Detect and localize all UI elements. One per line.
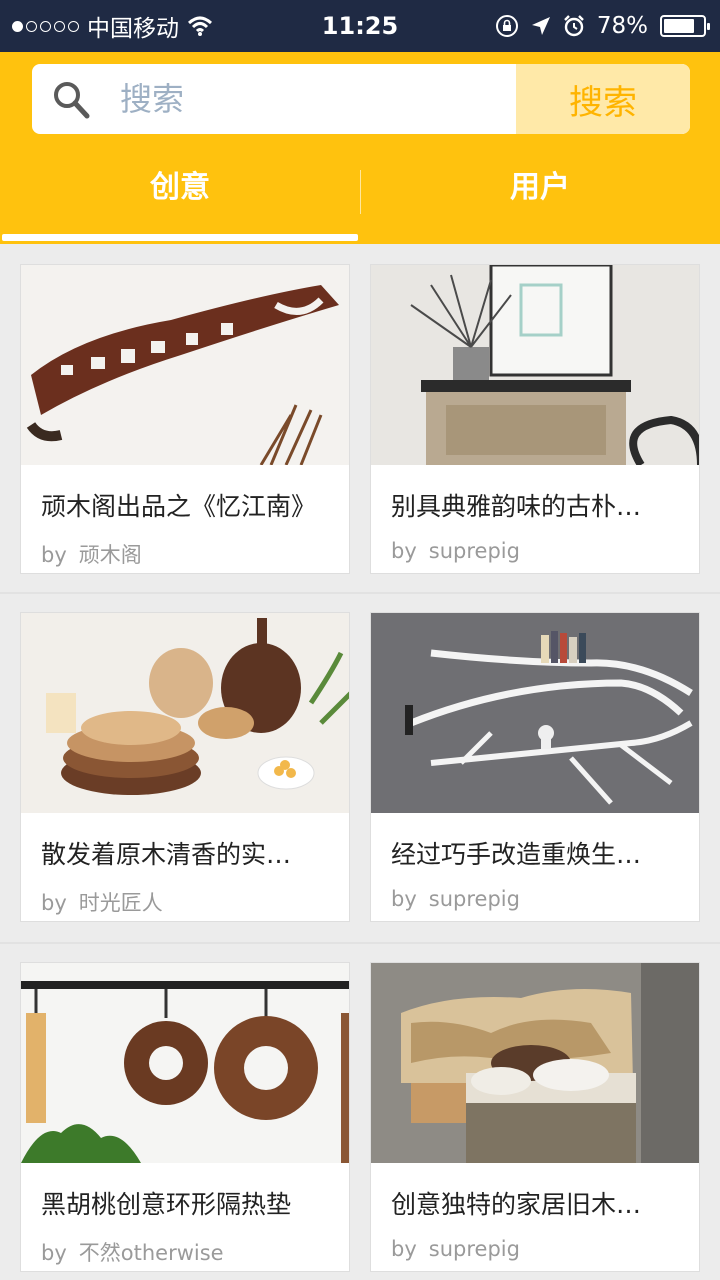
card-item[interactable]: 经过巧手改造重焕生… by suprepig [370,612,700,922]
card-grid: 顽木阁出品之《忆江南》 by 顽木阁 别具典雅韵味的古朴… by suprepig [0,244,720,1280]
author-name[interactable]: 不然otherwise [79,1241,224,1265]
tab-bar: 创意 用户 [0,152,720,244]
card-image [21,265,349,465]
card-title: 别具典雅韵味的古朴… [391,492,642,521]
card-row: 散发着原木清香的实… by 时光匠人 经过巧手改造重焕生… by suprepig [0,594,720,924]
status-bar: 中国移动 11:25 78% [0,0,720,52]
author-name[interactable]: suprepig [429,887,520,911]
search-icon [54,82,90,119]
card-image [371,613,699,813]
by-label: by [41,891,67,915]
tab-users[interactable]: 用户 [360,152,720,244]
status-right: 78% [495,0,710,52]
by-label: by [41,543,67,567]
card-image [371,963,699,1163]
card-author: by suprepig [391,887,520,911]
header: 搜索 创意 用户 [0,52,720,244]
card-item[interactable]: 顽木阁出品之《忆江南》 by 顽木阁 [20,264,350,574]
by-label: by [391,539,417,563]
tab-ideas[interactable]: 创意 [0,152,360,244]
card-row: 顽木阁出品之《忆江南》 by 顽木阁 别具典雅韵味的古朴… by suprepig [0,244,720,574]
search-button[interactable]: 搜索 [516,64,690,134]
card-title: 散发着原木清香的实… [41,840,292,869]
card-title: 顽木阁出品之《忆江南》 [41,492,317,521]
battery-icon [660,15,710,37]
card-item[interactable]: 散发着原木清香的实… by 时光匠人 [20,612,350,922]
author-name[interactable]: suprepig [429,539,520,563]
card-author: by suprepig [391,1237,520,1261]
search-input[interactable] [120,64,540,134]
location-arrow-icon [531,17,550,35]
author-name[interactable]: 顽木阁 [79,543,142,567]
card-author: by 时光匠人 [41,887,163,917]
battery-percent: 78% [596,13,648,39]
card-author: by 不然otherwise [41,1237,224,1267]
orientation-lock-icon [495,15,518,37]
card-image [371,265,699,465]
author-name[interactable]: 时光匠人 [79,891,163,915]
by-label: by [391,887,417,911]
card-author: by suprepig [391,539,520,563]
card-item[interactable]: 创意独特的家居旧木… by suprepig [370,962,700,1272]
author-name[interactable]: suprepig [429,1237,520,1261]
card-title: 创意独特的家居旧木… [391,1190,642,1219]
by-label: by [391,1237,417,1261]
alarm-icon [564,15,584,37]
active-tab-indicator [2,234,358,241]
search-bar: 搜索 [32,64,690,134]
card-title: 黑胡桃创意环形隔热垫 [41,1190,292,1219]
battery-level-fill [664,19,694,33]
by-label: by [41,1241,67,1265]
card-item[interactable]: 别具典雅韵味的古朴… by suprepig [370,264,700,574]
card-image [21,963,349,1163]
card-item[interactable]: 黑胡桃创意环形隔热垫 by 不然otherwise [20,962,350,1272]
card-title: 经过巧手改造重焕生… [391,840,642,869]
card-row: 黑胡桃创意环形隔热垫 by 不然otherwise 创意独特的家居旧木… by su… [0,944,720,1274]
card-image [21,613,349,813]
card-author: by 顽木阁 [41,539,142,569]
